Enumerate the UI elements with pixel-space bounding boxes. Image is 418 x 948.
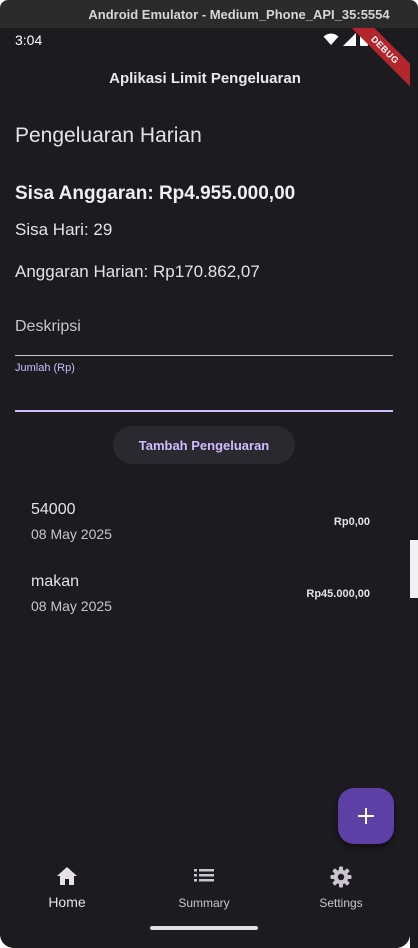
remaining-days: Sisa Hari: 29	[15, 220, 113, 239]
item-amount: Rp0,00	[333, 516, 370, 528]
nav-label-summary: Summary	[178, 896, 230, 910]
gesture-bar[interactable]	[150, 926, 258, 930]
bottom-navigation: Home Summary Settings	[0, 854, 410, 948]
status-bar: 3:04	[0, 28, 410, 54]
plus-icon	[358, 808, 374, 824]
emulator-title-bar: Android Emulator - Medium_Phone_API_35:5…	[0, 0, 418, 28]
description-field[interactable]: Deskripsi	[15, 308, 393, 356]
nav-label-settings: Settings	[319, 896, 363, 910]
daily-budget: Anggaran Harian: Rp170.862,07	[15, 262, 260, 281]
add-expense-button[interactable]: Tambah Pengeluaran	[113, 426, 295, 464]
expense-list: 54000 08 May 2025 Rp0,00 makan 08 May 20…	[0, 494, 410, 638]
list-item[interactable]: makan 08 May 2025 Rp45.000,00	[0, 566, 410, 638]
item-title: makan	[31, 573, 80, 590]
phone-screen: 3:04 DEBUG Aplikasi Limit Pengeluaran Pe…	[0, 28, 410, 948]
add-fab-button[interactable]	[338, 788, 394, 844]
remaining-budget: Sisa Anggaran: Rp4.955.000,00	[15, 183, 296, 204]
window-title: Android Emulator - Medium_Phone_API_35:5…	[88, 6, 390, 22]
nav-label-home: Home	[48, 894, 86, 910]
item-date: 08 May 2025	[31, 598, 112, 614]
wifi-icon	[323, 33, 339, 45]
amount-field[interactable]: Jumlah (Rp)	[15, 362, 393, 412]
item-amount: Rp45.000,00	[306, 588, 370, 600]
description-placeholder: Deskripsi	[15, 318, 81, 335]
signal-icon	[343, 33, 356, 46]
side-strip	[410, 28, 418, 948]
item-date: 08 May 2025	[31, 526, 112, 542]
nav-item-summary[interactable]: Summary	[149, 866, 259, 910]
gear-icon	[330, 866, 352, 888]
item-title: 54000	[31, 501, 76, 518]
page-heading: Pengeluaran Harian	[15, 124, 202, 147]
list-item[interactable]: 54000 08 May 2025 Rp0,00	[0, 494, 410, 566]
amount-label: Jumlah (Rp)	[15, 362, 75, 374]
app-bar-title: Aplikasi Limit Pengeluaran	[109, 70, 301, 87]
nav-item-home[interactable]: Home	[12, 866, 122, 910]
home-icon	[57, 867, 77, 885]
status-time: 3:04	[15, 32, 43, 48]
nav-item-settings[interactable]: Settings	[286, 866, 396, 910]
list-icon	[194, 869, 214, 882]
